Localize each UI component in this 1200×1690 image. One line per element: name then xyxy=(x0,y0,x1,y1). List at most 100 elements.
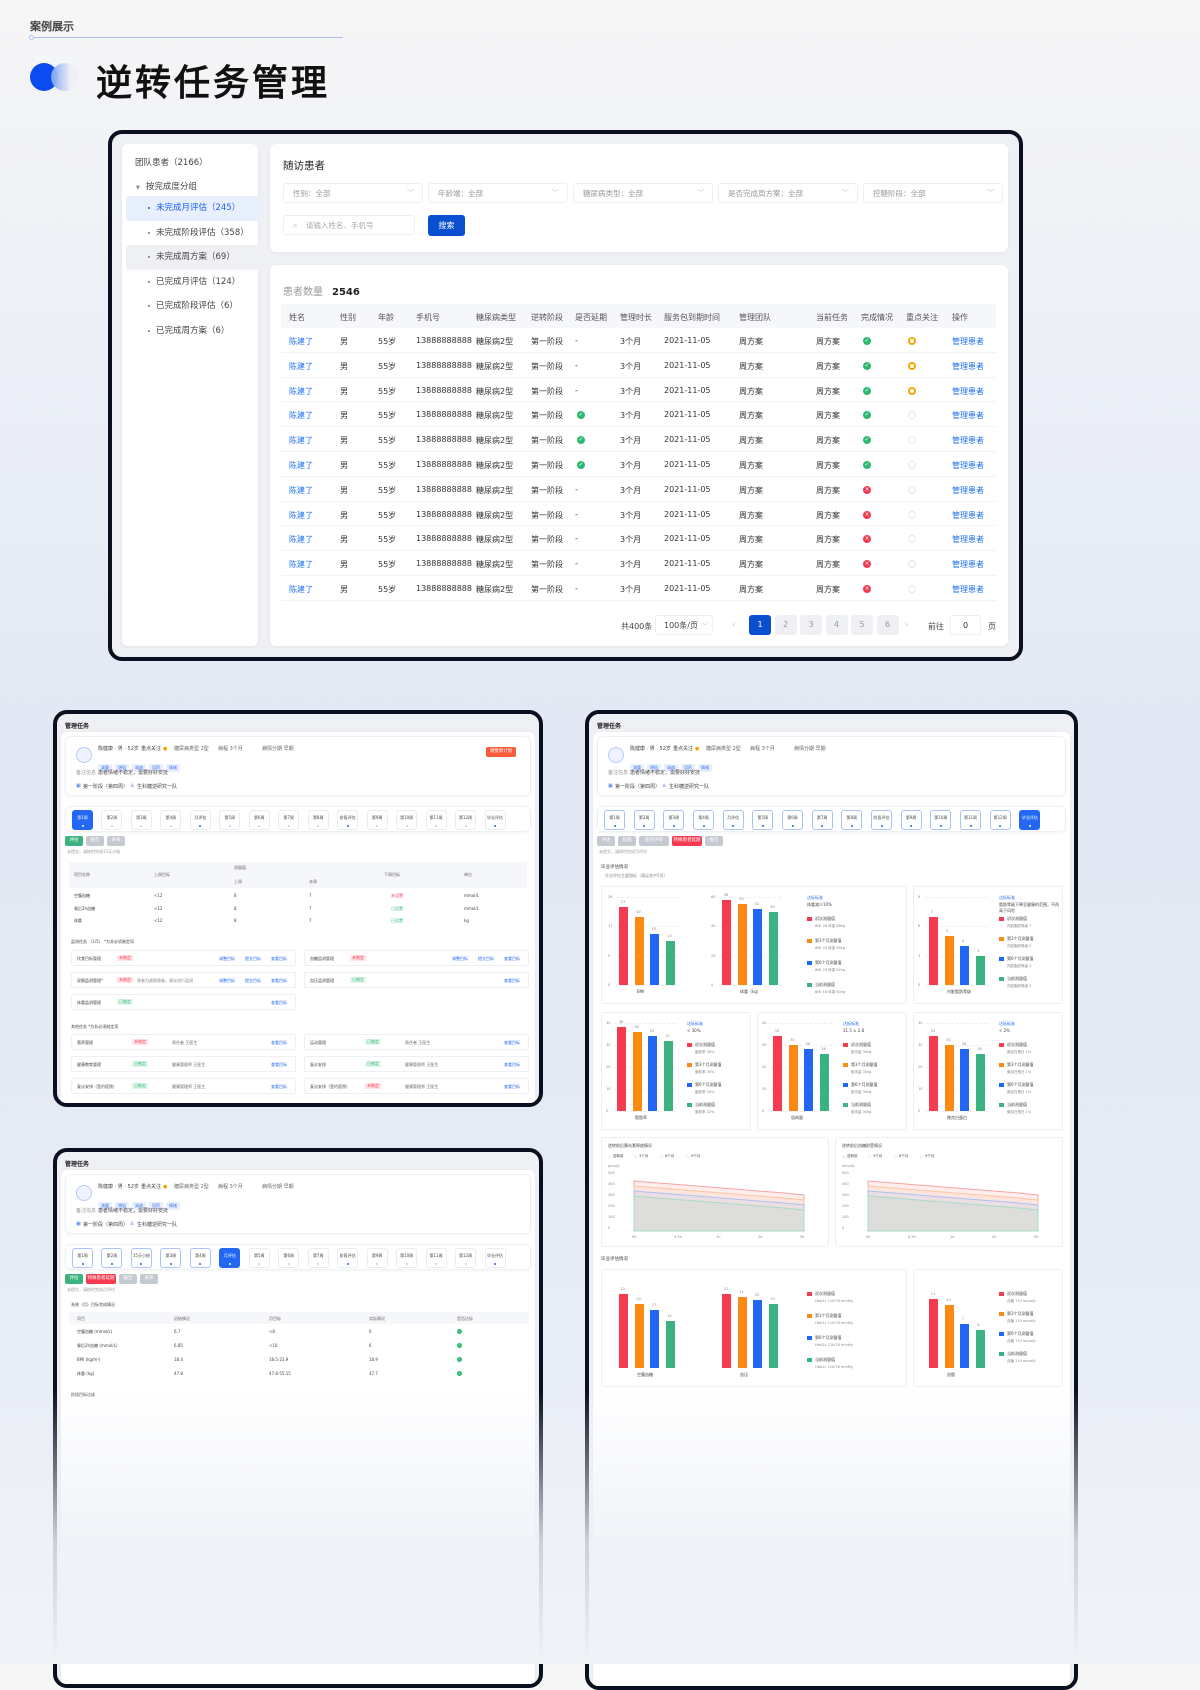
week-step[interactable]: 第9周 xyxy=(366,1248,388,1268)
patient-name-link[interactable]: 陈建了 xyxy=(289,386,313,397)
week-step[interactable]: 阶段评估 xyxy=(337,1248,359,1268)
week-step[interactable]: 第8周 xyxy=(841,810,863,830)
page-size-select[interactable]: 100条/页 ﹀ xyxy=(655,615,713,635)
page-button[interactable]: 4 xyxy=(825,615,848,635)
week-step[interactable]: 第12周 xyxy=(455,810,477,830)
week-step[interactable]: 第2周 xyxy=(101,810,123,830)
manage-patient-link[interactable]: 管理患者 xyxy=(952,336,984,347)
page-button[interactable]: 6 xyxy=(876,615,899,635)
target-status[interactable]: 未设置 xyxy=(391,893,403,899)
week-step[interactable]: 月评估 xyxy=(722,810,744,830)
action-button[interactable]: 特殊患者延期 xyxy=(672,836,702,846)
back-button[interactable]: 管理任务 xyxy=(597,721,621,730)
week-step[interactable]: 第6周 xyxy=(248,810,270,830)
task-action-1[interactable]: 提交目标 xyxy=(478,956,494,962)
patient-name-link[interactable]: 陈建了 xyxy=(289,584,313,595)
task-action-2[interactable]: 查看目标 xyxy=(271,1040,287,1046)
week-step[interactable]: 第2周 xyxy=(101,1248,123,1268)
action-button[interactable]: 报告 xyxy=(705,836,723,846)
patient-name-link[interactable]: 陈建了 xyxy=(289,336,313,347)
week-step[interactable]: 第5周 xyxy=(248,1248,270,1268)
action-button[interactable]: 特殊患者延期 xyxy=(86,1274,116,1284)
week-step[interactable]: 第10周 xyxy=(396,1248,418,1268)
manage-patient-link[interactable]: 管理患者 xyxy=(952,485,984,496)
sidebar-item[interactable]: 未完成周方案（69） xyxy=(126,245,260,271)
patient-name-link[interactable]: 陈建了 xyxy=(289,485,313,496)
sidebar-item[interactable]: 未完成阶段评估（358） xyxy=(126,221,260,246)
goto-input[interactable]: 0 xyxy=(950,615,981,635)
week-step[interactable]: 第5周 xyxy=(752,810,774,830)
target-status[interactable]: 已设置 xyxy=(391,906,403,912)
week-step[interactable]: 第11周 xyxy=(425,810,447,830)
week-step[interactable]: 第1周 xyxy=(72,810,93,830)
task-action-2[interactable]: 查看目标 xyxy=(504,1084,520,1090)
manage-patient-link[interactable]: 管理患者 xyxy=(952,435,984,446)
focus-star-icon[interactable] xyxy=(908,337,916,345)
action-button[interactable]: 评估 xyxy=(597,836,615,846)
week-step[interactable]: 第4周 xyxy=(189,1248,211,1268)
week-step[interactable]: 第6周 xyxy=(782,810,803,830)
sidebar-item[interactable]: 已完成月评估（124） xyxy=(126,270,260,295)
action-button[interactable]: 发布 xyxy=(140,1274,158,1284)
week-step[interactable]: 第12周 xyxy=(989,810,1011,830)
action-button[interactable]: 评估 xyxy=(65,1274,83,1284)
week-step[interactable]: 第6周 xyxy=(278,1248,300,1268)
task-action-1[interactable]: 提交目标 xyxy=(245,956,261,962)
prev-page-button[interactable]: ‹ xyxy=(732,620,735,629)
search-input[interactable]: ⌕ 请输入姓名、手机号 xyxy=(283,215,415,235)
week-step[interactable]: 第12周 xyxy=(455,1248,477,1268)
sidebar-item[interactable]: 未完成月评估（245） xyxy=(126,196,260,221)
filter-select[interactable]: 性别：全部 ﹀ xyxy=(283,183,423,203)
task-action-0[interactable]: 调整目标 xyxy=(219,978,235,984)
page-button[interactable]: 2 xyxy=(774,615,797,635)
week-step[interactable]: 15天小结 xyxy=(130,1248,152,1268)
action-button[interactable]: 逆转评审 xyxy=(639,836,669,846)
manage-patient-link[interactable]: 管理患者 xyxy=(952,559,984,570)
task-action-1[interactable]: 提交目标 xyxy=(245,978,261,984)
task-action-2[interactable]: 查看目标 xyxy=(504,956,520,962)
page-button[interactable]: 1 xyxy=(749,615,771,635)
back-button[interactable]: 管理任务 xyxy=(65,1159,89,1168)
action-button[interactable]: 发布 xyxy=(107,836,125,846)
task-action-0[interactable]: 调整目标 xyxy=(452,956,468,962)
focus-star-icon[interactable] xyxy=(908,386,916,395)
filter-select[interactable]: 糖尿病类型：全部 ﹀ xyxy=(573,183,713,203)
task-action-2[interactable]: 查看目标 xyxy=(271,956,287,962)
filter-select[interactable]: 年龄端：全部 ﹀ xyxy=(428,183,568,203)
adjust-plan-button[interactable]: 调整周计划 xyxy=(486,747,516,757)
patient-name-link[interactable]: 陈建了 xyxy=(289,534,313,545)
manage-patient-link[interactable]: 管理患者 xyxy=(952,584,984,595)
page-button[interactable]: 5 xyxy=(851,615,873,635)
task-action-2[interactable]: 查看目标 xyxy=(271,1000,287,1006)
sidebar-group[interactable]: ▼ 按完成度分组 xyxy=(136,180,197,192)
week-step[interactable]: 第1周 xyxy=(72,1248,93,1268)
manage-patient-link[interactable]: 管理患者 xyxy=(952,361,984,372)
action-button[interactable]: 报告 xyxy=(119,1274,137,1284)
focus-empty-icon[interactable] xyxy=(908,585,916,593)
week-step[interactable]: 毕业评估 xyxy=(1019,810,1041,830)
focus-empty-icon[interactable] xyxy=(908,510,916,519)
task-action-2[interactable]: 查看目标 xyxy=(504,1040,520,1046)
action-button[interactable]: 报告 xyxy=(86,836,104,846)
week-step[interactable]: 第9周 xyxy=(366,810,388,830)
week-step[interactable]: 毕业评估 xyxy=(484,1248,506,1268)
patient-name-link[interactable]: 陈建了 xyxy=(289,559,313,570)
manage-patient-link[interactable]: 管理患者 xyxy=(952,534,984,545)
task-action-0[interactable]: 调整目标 xyxy=(219,956,235,962)
page-button[interactable]: 3 xyxy=(800,615,822,635)
week-step[interactable]: 月评估 xyxy=(189,810,211,830)
search-button[interactable]: 搜索 xyxy=(428,215,465,236)
focus-empty-icon[interactable] xyxy=(908,461,916,469)
week-step[interactable]: 第3周 xyxy=(160,1248,182,1268)
week-step[interactable]: 第7周 xyxy=(811,810,833,830)
task-action-2[interactable]: 查看目标 xyxy=(271,1084,287,1090)
week-step[interactable]: 第10周 xyxy=(930,810,952,830)
manage-patient-link[interactable]: 管理患者 xyxy=(952,460,984,471)
week-step[interactable]: 第9周 xyxy=(900,810,922,830)
manage-patient-link[interactable]: 管理患者 xyxy=(952,510,984,521)
week-step[interactable]: 第3周 xyxy=(663,810,685,830)
week-step[interactable]: 第3周 xyxy=(130,810,152,830)
week-step[interactable]: 第8周 xyxy=(307,810,329,830)
task-action-2[interactable]: 查看目标 xyxy=(271,1062,287,1068)
target-status[interactable]: 已设置 xyxy=(391,918,403,924)
